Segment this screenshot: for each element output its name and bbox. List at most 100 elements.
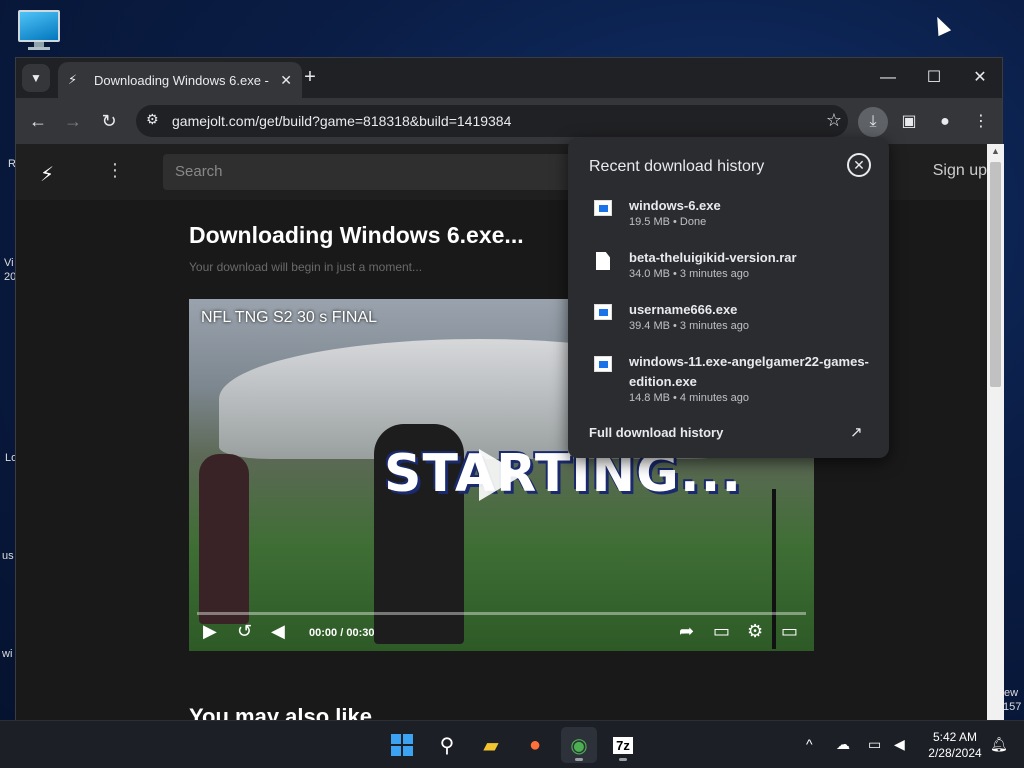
sign-up-link[interactable]: Sign up: [933, 162, 987, 180]
watch-later-icon[interactable]: ▭: [713, 621, 730, 642]
profile-button[interactable]: ●: [930, 107, 960, 137]
close-downloads-icon[interactable]: ✕: [847, 153, 871, 177]
show-hidden-icons-chevron-icon[interactable]: ^: [806, 736, 813, 752]
rewind-10-icon[interactable]: ↺: [237, 621, 252, 642]
download-filename: username666.exe: [629, 302, 738, 317]
fullscreen-icon[interactable]: ▭: [781, 621, 798, 642]
taskbar: ⚲ ▰ ● ◉ 7z ^ ☁ ▭ ◀ 5:42 AM 2/28/2024 🔔︎: [0, 720, 1024, 768]
desktop-label-fragment: ew: [1004, 687, 1019, 699]
forward-button[interactable]: →: [60, 108, 86, 134]
page-subtitle: Your download will begin in just a momen…: [189, 260, 423, 274]
tab-active[interactable]: ⚡ Downloading Windows 6.exe - ✕: [58, 62, 302, 98]
running-indicator: [619, 758, 627, 761]
download-icon: ⤓: [869, 113, 877, 130]
title-bar: ▼ ⚡ Downloading Windows 6.exe - ✕ + — ☐ …: [16, 58, 1002, 98]
scroll-up-icon[interactable]: ▲: [991, 146, 1000, 156]
site-search-input[interactable]: Search: [163, 154, 583, 190]
monitor-base: [28, 47, 50, 50]
monitor-icon: [18, 10, 60, 42]
download-filename: windows-11.exe-angelgamer22-games-editio…: [629, 354, 869, 389]
download-item[interactable]: windows-6.exe 19.5 MB • Done: [568, 196, 889, 248]
profile-icon: ●: [940, 113, 950, 130]
start-button[interactable]: [384, 727, 420, 763]
url-text[interactable]: gamejolt.com/get/build?game=818318&build…: [172, 113, 511, 129]
clock-time: 5:42 AM: [932, 730, 978, 744]
notification-bell-icon[interactable]: 🔔︎: [990, 736, 1008, 753]
maximize-button[interactable]: ☐: [920, 66, 948, 90]
firefox-icon: ●: [528, 733, 542, 756]
kebab-menu-icon: ⋮: [973, 113, 989, 130]
chevron-down-icon: ▼: [30, 71, 42, 85]
download-item[interactable]: beta-theluigikid-version.rar 34.0 MB • 3…: [568, 248, 889, 300]
exe-file-icon: [594, 356, 612, 372]
desktop-label-fragment: Vi: [4, 257, 14, 269]
system-clock[interactable]: 5:42 AM 2/28/2024: [920, 729, 990, 761]
volume-icon[interactable]: ◀: [271, 621, 285, 642]
time-separator: /: [340, 627, 344, 639]
taskbar-firefox[interactable]: ●: [517, 727, 553, 763]
this-pc-desktop-icon[interactable]: [18, 10, 60, 50]
tab-close-icon[interactable]: ✕: [280, 72, 292, 89]
7zip-icon: 7z: [613, 736, 633, 754]
archive-file-icon: [596, 252, 610, 270]
volume-muted-icon[interactable]: ◀: [894, 736, 905, 753]
download-item[interactable]: username666.exe 39.4 MB • 3 minutes ago: [568, 300, 889, 352]
download-filename: beta-theluigikid-version.rar: [629, 250, 797, 265]
settings-gear-icon[interactable]: ⚙: [747, 621, 763, 642]
desktop-label-fragment: wi: [2, 648, 13, 660]
taskbar-file-explorer[interactable]: ▰: [473, 727, 509, 763]
bookmark-star-icon[interactable]: ☆: [826, 110, 842, 131]
download-item[interactable]: windows-11.exe-angelgamer22-games-editio…: [568, 352, 889, 422]
browser-menu-button[interactable]: ⋮: [966, 107, 996, 137]
taskbar-search-button[interactable]: ⚲: [429, 727, 465, 763]
big-play-icon[interactable]: [479, 449, 523, 501]
video-frame-person: [199, 454, 249, 624]
tab-title: Downloading Windows 6.exe -: [94, 72, 269, 88]
gamejolt-favicon-icon: ⚡: [68, 72, 78, 87]
back-button[interactable]: ←: [25, 108, 51, 134]
clock-date: 2/28/2024: [928, 746, 982, 760]
mouse-cursor-icon: [930, 13, 952, 37]
site-info-icon[interactable]: ⚙: [146, 111, 159, 128]
exe-file-icon: [594, 304, 612, 320]
reload-button[interactable]: ↻: [96, 108, 122, 134]
open-in-new-icon[interactable]: ↗: [850, 423, 863, 441]
windows-logo-icon: [391, 734, 413, 756]
play-icon[interactable]: ▶: [203, 621, 217, 642]
full-download-history-link[interactable]: Full download history: [589, 425, 723, 440]
new-tab-button[interactable]: +: [298, 66, 322, 90]
exe-file-icon: [594, 200, 612, 216]
video-progress-bar[interactable]: [197, 612, 806, 615]
close-window-button[interactable]: ✕: [966, 66, 994, 90]
tab-search-button[interactable]: ▼: [22, 64, 50, 92]
minimize-button[interactable]: —: [874, 66, 902, 90]
download-meta: 34.0 MB • 3 minutes ago: [629, 268, 750, 280]
running-indicator: [575, 758, 583, 761]
page-title: Downloading Windows 6.exe...: [189, 222, 524, 248]
taskbar-7zip[interactable]: 7z: [605, 727, 641, 763]
side-panel-button[interactable]: ▣: [894, 107, 924, 137]
search-icon: ⚲: [439, 734, 455, 757]
folder-icon: ▰: [483, 734, 499, 757]
download-filename: windows-6.exe: [629, 198, 721, 213]
video-time: 00:00 / 00:30: [309, 627, 374, 639]
network-icon[interactable]: ▭: [868, 736, 881, 753]
address-bar[interactable]: ⚙ gamejolt.com/get/build?game=818318&bui…: [136, 105, 848, 137]
taskbar-chrome[interactable]: ◉: [561, 727, 597, 763]
gamejolt-logo-icon[interactable]: ⚡: [40, 162, 54, 187]
page-scrollbar[interactable]: ▲: [987, 144, 1004, 721]
site-menu-icon[interactable]: ⋮: [106, 160, 124, 181]
scrollbar-thumb[interactable]: [990, 162, 1001, 387]
downloads-title: Recent download history: [589, 158, 765, 175]
onedrive-offline-icon[interactable]: ☁: [836, 736, 850, 753]
downloads-bubble: Recent download history ✕ windows-6.exe …: [568, 138, 889, 458]
desktop-label-fragment: 157: [1003, 701, 1022, 713]
recommendations-heading: You may also like: [189, 704, 373, 721]
video-title[interactable]: NFL TNG S2 30 s FINAL: [201, 309, 377, 327]
share-icon[interactable]: ➦: [679, 621, 694, 642]
time-total: 00:30: [346, 627, 375, 639]
download-meta: 39.4 MB • 3 minutes ago: [629, 320, 750, 332]
desktop-label-fragment: us: [2, 550, 14, 562]
download-meta: 14.8 MB • 4 minutes ago: [629, 392, 750, 404]
downloads-button[interactable]: ⤓: [858, 107, 888, 137]
